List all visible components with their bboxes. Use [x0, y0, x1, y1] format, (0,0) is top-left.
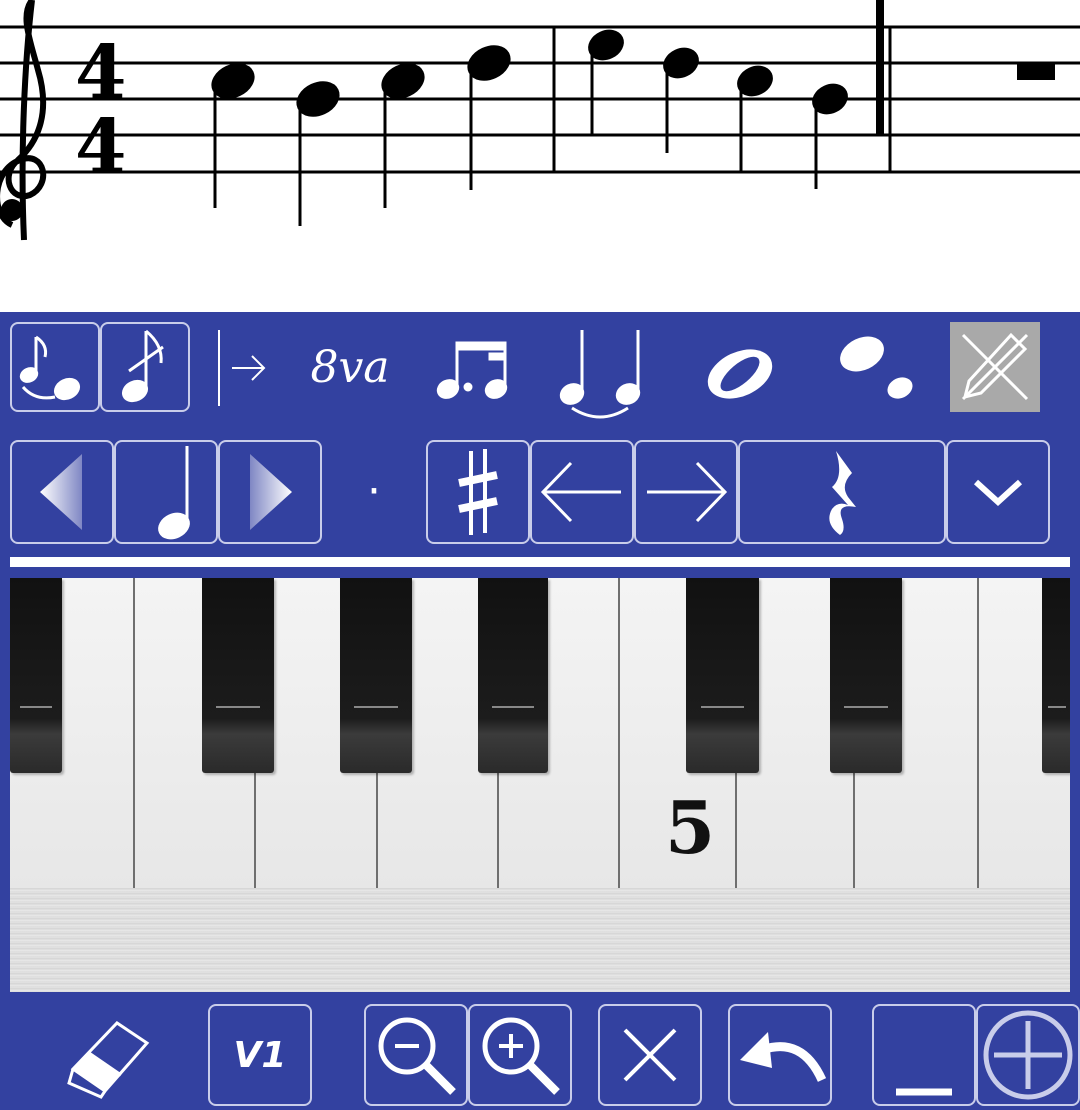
dropdown-button[interactable]: [946, 440, 1050, 544]
piano-black-key[interactable]: [340, 578, 412, 773]
whole-note-button[interactable]: [690, 322, 790, 412]
staccato-button[interactable]: [820, 322, 930, 412]
piano-keyboard[interactable]: 5: [10, 578, 1070, 992]
staff-svg: 4 4: [0, 0, 1080, 241]
eraser-icon: [67, 1021, 150, 1099]
piano-black-key[interactable]: [686, 578, 759, 773]
chevron-down-icon: [973, 479, 1023, 507]
divider: [10, 557, 1070, 567]
dot-icon: ·: [367, 466, 381, 517]
note: [296, 81, 340, 226]
slide-arrow-icon: [218, 330, 266, 406]
quarter-rest-icon: [829, 451, 856, 535]
tie-button[interactable]: [550, 322, 650, 422]
eighth-note-icon: [121, 329, 164, 403]
whole-rest: [1017, 63, 1055, 80]
minus-button[interactable]: [872, 1004, 976, 1106]
time-signature-bottom: 4: [75, 104, 127, 190]
piano-black-key[interactable]: [1042, 578, 1070, 773]
eraser-button[interactable]: [50, 1004, 160, 1104]
dot-button[interactable]: ·: [332, 440, 416, 544]
delete-button[interactable]: [598, 1004, 702, 1106]
slide-button[interactable]: [212, 322, 282, 412]
note: [737, 65, 773, 171]
quarter-note-icon: [158, 446, 190, 540]
octave-number: 5: [664, 785, 716, 870]
beam-icon: [436, 341, 508, 399]
prev-duration-button[interactable]: [10, 440, 114, 544]
minus-icon: [896, 1088, 952, 1096]
sharp-icon: [458, 449, 498, 535]
triangle-left-icon: [40, 454, 82, 530]
whole-note-icon: [707, 349, 773, 399]
rest-button[interactable]: [738, 440, 946, 544]
move-left-button[interactable]: [530, 440, 634, 544]
note: [381, 63, 425, 208]
beam-button[interactable]: [425, 322, 525, 412]
grace-note-icon: [19, 335, 81, 401]
note: [211, 63, 255, 208]
ottava-button[interactable]: 8va: [300, 322, 400, 412]
keyboard-bed: [10, 888, 1070, 992]
voice-label: V1: [233, 1034, 287, 1076]
zoom-out-icon: [378, 1017, 456, 1095]
sharp-button[interactable]: [426, 440, 530, 544]
plus-circle-icon: [983, 1010, 1073, 1100]
piano-black-key[interactable]: [830, 578, 902, 773]
staccato-icon: [840, 336, 913, 399]
pencil-button[interactable]: [950, 322, 1040, 412]
close-icon: [623, 1028, 677, 1082]
arrow-right-icon: [647, 461, 728, 523]
zoom-in-button[interactable]: [468, 1004, 572, 1106]
arrow-left-icon: [540, 461, 621, 523]
undo-button[interactable]: [728, 1004, 832, 1106]
zoom-in-icon: [482, 1017, 560, 1095]
zoom-out-button[interactable]: [364, 1004, 468, 1106]
note: [588, 29, 624, 135]
voice-button[interactable]: V1: [208, 1004, 312, 1106]
piano-black-key[interactable]: [202, 578, 274, 773]
plus-button[interactable]: [976, 1004, 1080, 1106]
move-right-button[interactable]: [634, 440, 738, 544]
note: [467, 45, 511, 190]
quarter-note-button[interactable]: [114, 440, 218, 544]
cursor-barline: [876, 0, 884, 135]
tie-icon: [559, 330, 641, 419]
next-duration-button[interactable]: [218, 440, 322, 544]
pencil-icon: [961, 332, 1029, 401]
ottava-icon: 8va: [310, 341, 390, 393]
grace-note-button[interactable]: [10, 322, 100, 412]
score-area[interactable]: 4 4: [0, 0, 1080, 312]
piano-black-key[interactable]: [10, 578, 62, 773]
undo-icon: [740, 1032, 827, 1082]
triangle-right-icon: [250, 454, 292, 530]
eighth-note-button[interactable]: [100, 322, 190, 412]
piano-black-key[interactable]: [478, 578, 548, 773]
